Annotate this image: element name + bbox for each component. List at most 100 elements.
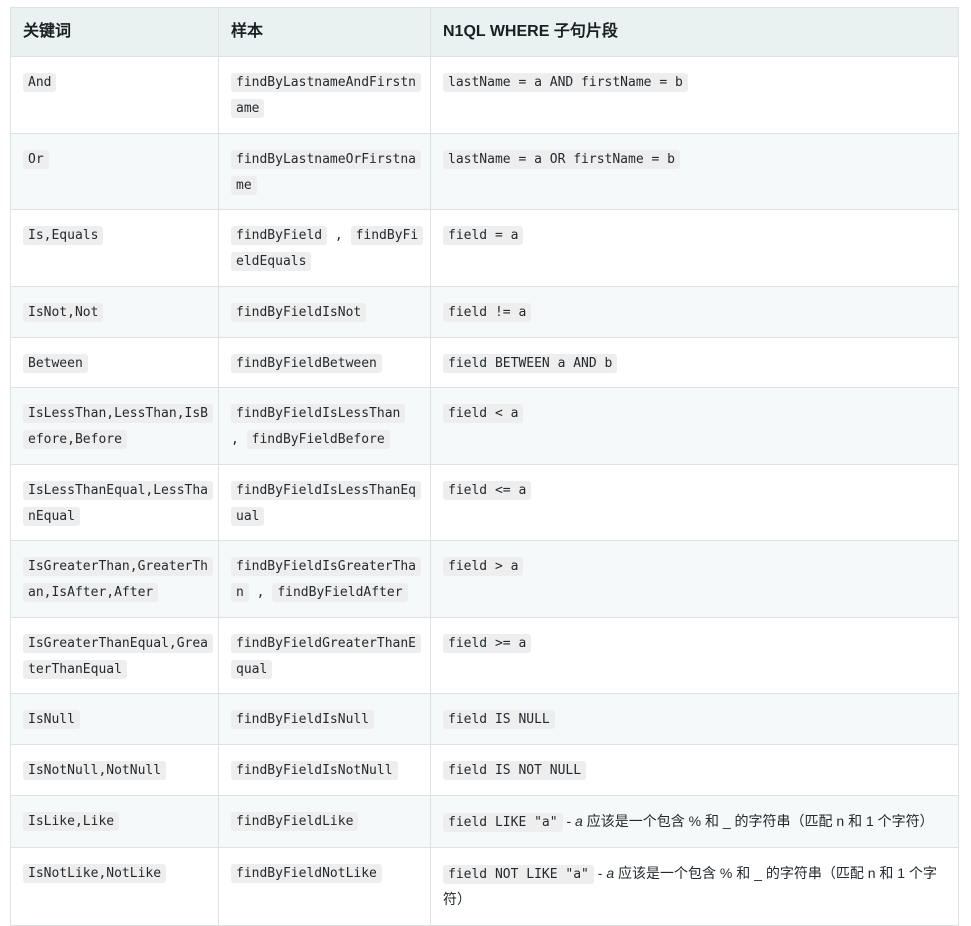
cell-n1ql-where-clause: field > a (430, 540, 959, 618)
clause-code: field >= a (443, 633, 532, 653)
keyword-code: IsNull (23, 710, 80, 730)
table-header-row: 关键词 样本 N1QL WHERE 子句片段 (10, 6, 959, 58)
clause-code: field IS NOT NULL (443, 761, 587, 781)
clause-code: field BETWEEN a AND b (443, 353, 618, 373)
cell-keyword: Between (10, 336, 219, 389)
cell-keyword: And (10, 56, 219, 134)
cell-keyword: Is,Equals (10, 209, 219, 287)
clause-note-variable: a (606, 864, 615, 881)
keyword-code: Or (23, 149, 49, 169)
sample-code: findByLastnameAndFirstname (231, 73, 422, 119)
table-body: And findByLastnameAndFirstname lastName = … (10, 56, 959, 926)
cell-n1ql-where-clause: field >= a (430, 616, 959, 695)
table-row: Or findByLastnameOrFirstname lastName = a … (10, 132, 959, 211)
cell-sample: findByFieldGreaterThanEqual (218, 616, 431, 695)
keyword-code: IsLessThanEqual,LessThanEqual (23, 480, 214, 526)
sample-code: findByFieldGreaterThanEqual (231, 633, 422, 679)
cell-n1ql-where-clause: field BETWEEN a AND b (430, 336, 959, 389)
column-header-sample: 样本 (218, 6, 431, 58)
cell-n1ql-where-clause: lastName = a AND firstName = b (430, 56, 959, 134)
clause-code: field NOT LIKE "a" (443, 864, 594, 884)
keyword-code: IsNotLike,NotLike (23, 863, 167, 883)
sample-code: findByFieldAfter (272, 583, 408, 603)
keyword-code: Between (23, 353, 88, 373)
keyword-code: IsNot,Not (23, 302, 104, 322)
cell-n1ql-where-clause: field < a (430, 387, 959, 465)
cell-keyword: IsNotLike,NotLike (10, 846, 219, 926)
clause-code: field <= a (443, 480, 532, 500)
cell-n1ql-where-clause: field LIKE "a" - a 应该是一个包含 % 和 _ 的字符串（匹配… (430, 794, 959, 848)
keyword-reference-table-container: 关键词 样本 N1QL WHERE 子句片段 And findByLastname… (0, 0, 971, 926)
cell-sample: findByFieldNotLike (218, 846, 431, 926)
cell-keyword: IsNotNull,NotNull (10, 744, 219, 796)
cell-n1ql-where-clause: field IS NOT NULL (430, 744, 959, 796)
cell-n1ql-where-clause: field NOT LIKE "a" - a 应该是一个包含 % 和 _ 的字符… (430, 846, 959, 926)
sample-separator: , (327, 228, 351, 244)
sample-code: findByFieldIsLessThanEqual (231, 480, 422, 526)
keyword-code: IsLessThan,LessThan,IsBefore,Before (23, 404, 214, 450)
sample-separator: , (248, 585, 273, 601)
keyword-code: IsLike,Like (23, 811, 120, 831)
sample-code: findByFieldIsNotNull (231, 761, 398, 781)
keyword-reference-table: 关键词 样本 N1QL WHERE 子句片段 And findByLastname… (10, 6, 959, 926)
clause-code: field < a (443, 404, 524, 424)
cell-n1ql-where-clause: field != a (430, 285, 959, 338)
clause-code: field LIKE "a" (443, 812, 563, 832)
sample-code: findByFieldBefore (246, 430, 390, 450)
cell-keyword: Or (10, 132, 219, 211)
table-row: And findByLastnameAndFirstname lastName = … (10, 56, 959, 134)
clause-code: field IS NULL (443, 710, 555, 730)
cell-sample: findByFieldIsNotNull (218, 744, 431, 796)
sample-code: findByFieldNotLike (231, 863, 382, 883)
table-row: Is,Equals findByField , findByFieldEquals… (10, 209, 959, 287)
keyword-code: And (23, 73, 57, 93)
keyword-code: IsGreaterThan,GreaterThan,IsAfter,After (23, 557, 214, 603)
sample-code: findByFieldIsNot (231, 302, 367, 322)
cell-n1ql-where-clause: field IS NULL (430, 693, 959, 746)
cell-sample: findByFieldLike (218, 794, 431, 848)
sample-code: findByFieldIsLessThan (231, 404, 406, 424)
cell-n1ql-where-clause: field <= a (430, 463, 959, 542)
table-row: IsGreaterThan,GreaterThan,IsAfter,After f… (10, 540, 959, 618)
sample-code: findByFieldLike (231, 811, 359, 831)
clause-note-text: 应该是一个包含 % 和 _ 的字符串（匹配 n 和 1 个字符） (582, 812, 934, 829)
keyword-code: Is,Equals (23, 226, 104, 246)
cell-sample: findByLastnameAndFirstname (218, 56, 431, 134)
column-header-keyword: 关键词 (10, 6, 219, 58)
table-row: IsNull findByFieldIsNull field IS NULL (10, 693, 959, 746)
clause-code: field = a (443, 226, 524, 246)
cell-sample: findByFieldIsGreaterThan , findByFieldAf… (218, 540, 431, 618)
cell-keyword: IsLessThanEqual,LessThanEqual (10, 463, 219, 542)
cell-sample: findByFieldIsNull (218, 693, 431, 746)
cell-keyword: IsGreaterThanEqual,GreaterThanEqual (10, 616, 219, 695)
sample-separator: , (231, 432, 247, 448)
cell-keyword: IsLike,Like (10, 794, 219, 848)
clause-note-variable: a (575, 812, 583, 829)
clause-note-prefix: - (562, 812, 576, 829)
sample-code: findByFieldIsNull (231, 710, 375, 730)
keyword-code: IsNotNull,NotNull (23, 761, 167, 781)
table-header: 关键词 样本 N1QL WHERE 子句片段 (10, 6, 959, 58)
table-row: IsLike,Like findByFieldLike field LIKE "a"… (10, 794, 959, 848)
cell-keyword: IsLessThan,LessThan,IsBefore,Before (10, 387, 219, 465)
table-row: IsNotLike,NotLike findByFieldNotLike field… (10, 846, 959, 926)
table-row: IsNotNull,NotNull findByFieldIsNotNull fie… (10, 744, 959, 796)
table-row: Between findByFieldBetween field BETWEEN a… (10, 336, 959, 389)
cell-keyword: IsNot,Not (10, 285, 219, 338)
cell-keyword: IsNull (10, 693, 219, 746)
table-row: IsLessThan,LessThan,IsBefore,Before findB… (10, 387, 959, 465)
clause-code: field != a (443, 302, 532, 322)
cell-sample: findByFieldIsNot (218, 285, 431, 338)
table-row: IsLessThanEqual,LessThanEqual findByField… (10, 463, 959, 542)
sample-code: findByField (231, 226, 328, 246)
cell-sample: findByFieldBetween (218, 336, 431, 389)
clause-note: - a 应该是一个包含 % 和 _ 的字符串（匹配 n 和 1 个字符） (562, 812, 934, 829)
keyword-code: IsGreaterThanEqual,GreaterThanEqual (23, 633, 214, 679)
clause-note-prefix: - (593, 864, 607, 881)
clause-code: field > a (443, 557, 524, 577)
cell-sample: findByField , findByFieldEquals (218, 209, 431, 287)
clause-code: lastName = a AND firstName = b (443, 73, 688, 93)
sample-code: findByLastnameOrFirstname (231, 149, 422, 195)
cell-sample: findByFieldIsLessThanEqual (218, 463, 431, 542)
column-header-n1ql-where-clause: N1QL WHERE 子句片段 (430, 6, 959, 58)
